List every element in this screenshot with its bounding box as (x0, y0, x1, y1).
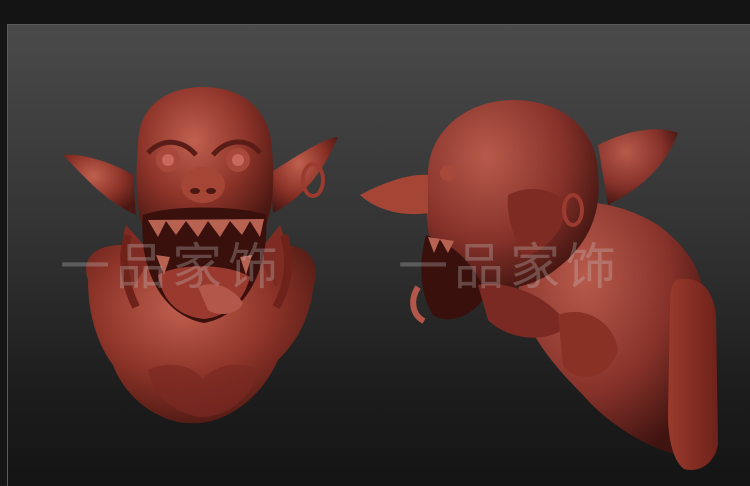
app-window: 一品家饰 一品家饰 (0, 0, 750, 486)
goblin-bust-side[interactable] (360, 100, 718, 470)
goblin-bust-front[interactable] (63, 87, 338, 424)
viewport-canvas[interactable] (8, 25, 750, 486)
3d-viewport[interactable]: 一品家饰 一品家饰 (7, 24, 750, 486)
top-bar (0, 0, 750, 24)
